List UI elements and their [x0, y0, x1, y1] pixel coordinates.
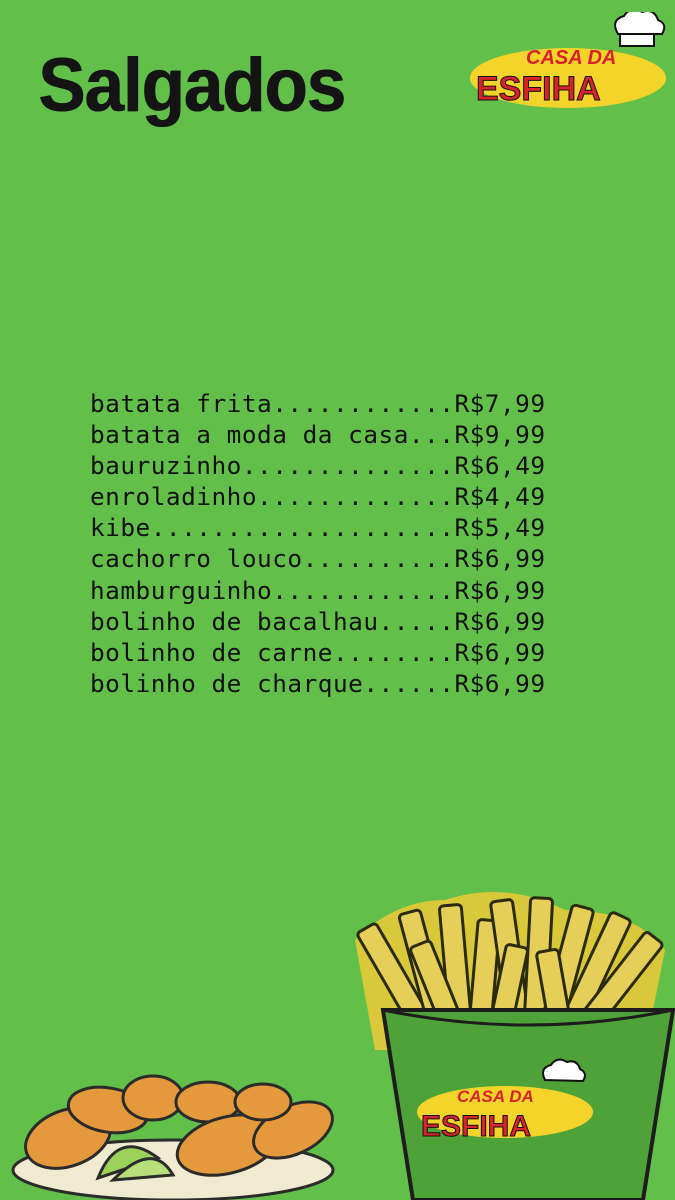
- item-price: R$4,49: [454, 482, 546, 512]
- item-dots: ..........: [302, 544, 455, 574]
- item-dots: ...: [408, 420, 455, 450]
- item-price: R$6,99: [454, 575, 546, 605]
- logo-line1: CASA DA: [526, 47, 616, 69]
- menu-item: batata a moda da casa... R$9,99: [90, 419, 546, 450]
- svg-text:ESFIHA: ESFIHA: [421, 1110, 531, 1143]
- item-dots: ........: [332, 637, 455, 667]
- item-dots: .....: [378, 606, 455, 636]
- item-price: R$6,99: [454, 544, 546, 574]
- chef-hat-icon: [614, 12, 666, 47]
- menu-item: batata frita............ R$7,99: [90, 388, 546, 419]
- menu-item: enroladinho............. R$4,49: [90, 481, 546, 512]
- item-name: bauruzinho: [90, 451, 242, 481]
- item-name: bolinho de carne: [90, 637, 333, 667]
- croquette-plate-icon: [11, 1074, 335, 1200]
- item-name: batata a moda da casa: [90, 420, 409, 450]
- item-price: R$5,49: [454, 513, 546, 543]
- menu-item: bolinho de carne........ R$6,99: [90, 637, 546, 668]
- item-dots: ......: [363, 668, 455, 698]
- item-dots: ..............: [241, 451, 455, 481]
- item-dots: ............: [272, 389, 455, 418]
- item-name: batata frita: [90, 389, 273, 418]
- item-price: R$6,99: [454, 606, 546, 636]
- menu-item: bolinho de bacalhau..... R$6,99: [90, 606, 546, 637]
- item-price: R$7,99: [454, 389, 546, 418]
- page-title: Salgados: [38, 43, 346, 128]
- item-price: R$6,99: [454, 637, 546, 667]
- menu-item: bolinho de charque...... R$6,99: [90, 668, 546, 699]
- item-price: R$6,49: [454, 451, 546, 481]
- item-dots: .............: [257, 482, 455, 512]
- item-dots: ....................: [150, 513, 455, 543]
- item-name: bolinho de charque: [90, 668, 364, 698]
- casa-da-esfiha-logo: CASA DA ESFIHA: [470, 12, 666, 109]
- item-dots: ............: [272, 575, 455, 605]
- menu-item: bauruzinho.............. R$6,49: [90, 450, 546, 481]
- fries-box-icon: CASA DA ESFIHA: [355, 892, 675, 1200]
- item-name: kibe: [90, 513, 151, 543]
- logo-line2: ESFIHA: [476, 70, 601, 108]
- item-price: R$9,99: [454, 420, 546, 450]
- item-name: enroladinho: [90, 482, 258, 512]
- menu-item: hamburguinho............ R$6,99: [90, 575, 546, 606]
- svg-text:CASA DA: CASA DA: [457, 1087, 534, 1106]
- item-name: bolinho de bacalhau: [90, 606, 379, 636]
- menu-item: cachorro louco.......... R$6,99: [90, 543, 546, 574]
- menu-item: kibe.................... R$5,49: [90, 512, 546, 543]
- item-price: R$6,99: [454, 668, 546, 698]
- item-name: hamburguinho: [90, 575, 273, 605]
- menu-list: batata frita............ R$7,99 batata a …: [90, 388, 546, 699]
- item-name: cachorro louco: [90, 544, 303, 574]
